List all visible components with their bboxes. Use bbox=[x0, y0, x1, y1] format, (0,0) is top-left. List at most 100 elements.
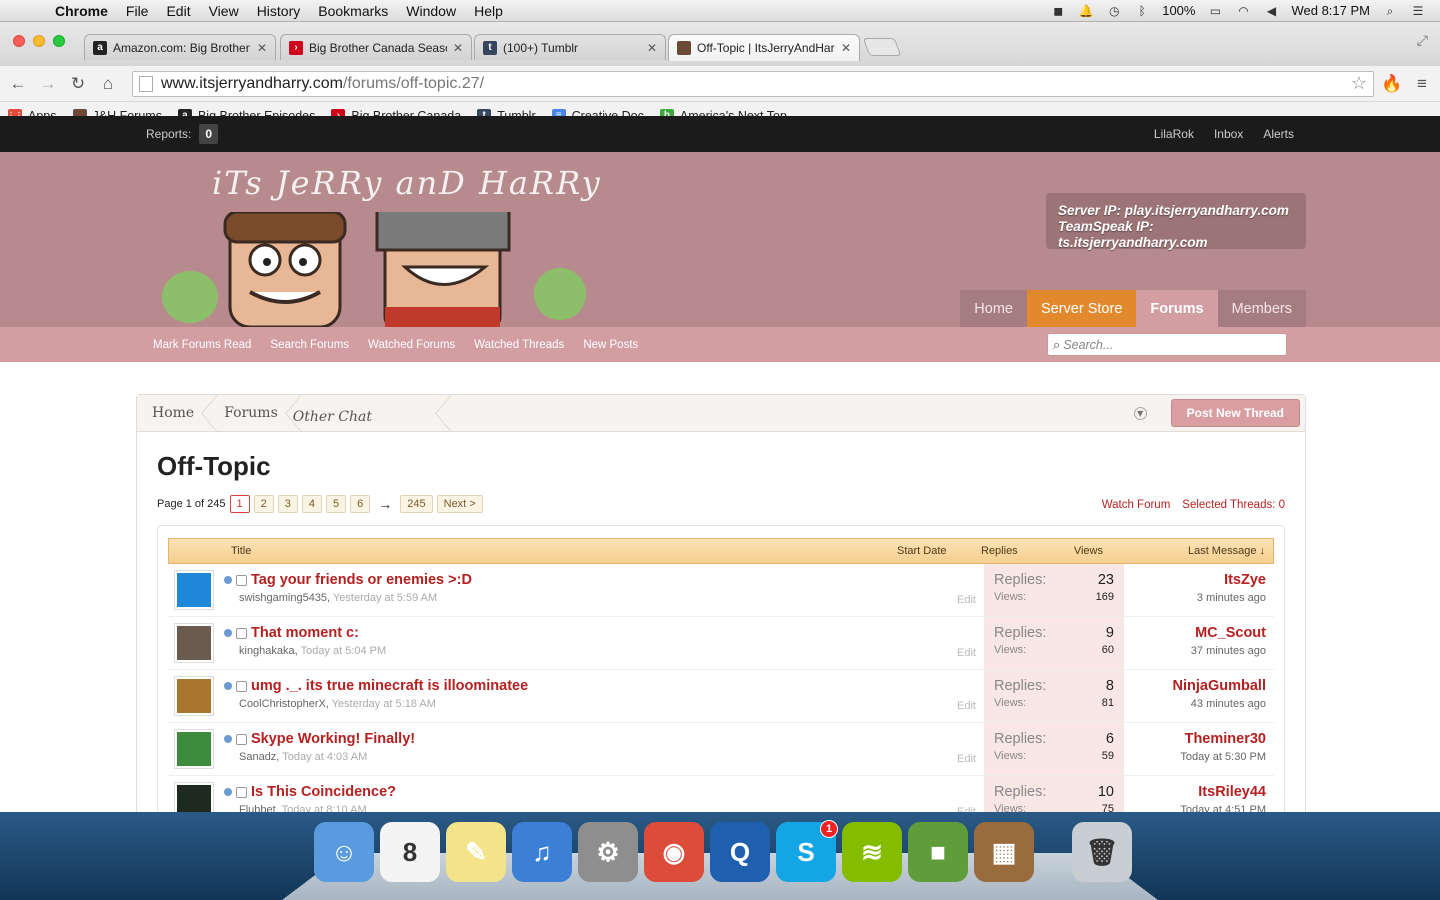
inbox-link[interactable]: Inbox bbox=[1214, 127, 1243, 141]
thread-select-checkbox[interactable] bbox=[236, 733, 247, 745]
chrome-icon[interactable]: ◉ bbox=[644, 822, 704, 882]
thread-title-link[interactable]: Tag your friends or enemies >:D bbox=[251, 572, 472, 588]
search-input[interactable]: ⌕ Search... bbox=[1047, 333, 1287, 356]
clock[interactable]: Wed 8:17 PM bbox=[1291, 3, 1370, 18]
unread-dot-icon[interactable] bbox=[224, 682, 232, 690]
page-link-1[interactable]: 1 bbox=[229, 495, 250, 513]
zoom-window-button[interactable] bbox=[53, 35, 65, 47]
site-logo-illustration[interactable] bbox=[155, 212, 595, 327]
back-icon[interactable]: ← bbox=[6, 72, 30, 96]
menu-bookmarks[interactable]: Bookmarks bbox=[309, 0, 397, 22]
page-jump-arrow[interactable]: → bbox=[374, 496, 396, 512]
page-link-6[interactable]: 6 bbox=[350, 495, 371, 513]
trash-icon[interactable]: 🗑 bbox=[1072, 822, 1132, 882]
tab-close-icon[interactable]: ✕ bbox=[647, 41, 657, 55]
menu-app-name[interactable]: Chrome bbox=[46, 0, 117, 22]
table-row[interactable]: umg ._. its true minecraft is illoominat… bbox=[168, 670, 1274, 723]
edit-thread-link[interactable]: Edit bbox=[957, 700, 976, 712]
avatar[interactable] bbox=[174, 623, 214, 663]
thread-title-link[interactable]: umg ._. its true minecraft is illoominat… bbox=[251, 678, 528, 694]
address-bar[interactable]: www.itsjerryandharry.com/forums/off-topi… bbox=[132, 70, 1374, 97]
thread-author-link[interactable]: kinghakaka, bbox=[239, 645, 298, 657]
tab-close-icon[interactable]: ✕ bbox=[841, 41, 851, 55]
reload-icon[interactable]: ↻ bbox=[66, 72, 90, 96]
avatar[interactable] bbox=[174, 729, 214, 769]
nav-members[interactable]: Members bbox=[1217, 290, 1306, 327]
quicktime-icon[interactable]: Q bbox=[710, 822, 770, 882]
thread-select-checkbox[interactable] bbox=[236, 574, 247, 586]
fullscreen-icon[interactable]: ⤢ bbox=[1417, 32, 1428, 49]
tab-close-icon[interactable]: ✕ bbox=[453, 41, 463, 55]
table-row[interactable]: That moment c: kinghakaka, Today at 5:04… bbox=[168, 617, 1274, 670]
thread-select-checkbox[interactable] bbox=[236, 680, 247, 692]
evernote-icon[interactable]: ◼ bbox=[1050, 4, 1066, 18]
last-message-time[interactable]: 3 minutes ago bbox=[1124, 592, 1266, 604]
menu-window[interactable]: Window bbox=[397, 0, 465, 22]
post-new-thread-button[interactable]: Post New Thread bbox=[1170, 399, 1300, 427]
edit-thread-link[interactable]: Edit bbox=[957, 647, 976, 659]
reports-count[interactable]: 0 bbox=[199, 124, 219, 144]
tab-big-brother-canada[interactable]: › Big Brother Canada Season ✕ bbox=[280, 34, 472, 60]
page-link-4[interactable]: 4 bbox=[301, 495, 323, 513]
page-link-3[interactable]: 3 bbox=[277, 495, 298, 513]
unread-dot-icon[interactable] bbox=[224, 576, 232, 584]
edit-thread-link[interactable]: Edit bbox=[957, 594, 976, 606]
edit-thread-link[interactable]: Edit bbox=[957, 753, 976, 765]
avatar[interactable] bbox=[174, 570, 214, 610]
unread-dot-icon[interactable] bbox=[224, 629, 232, 637]
spotify-icon[interactable]: ≋ bbox=[842, 822, 902, 882]
column-last-message[interactable]: Last Message ↓ bbox=[1113, 545, 1273, 557]
thread-title-link[interactable]: Is This Coincidence? bbox=[251, 784, 396, 800]
chrome-menu-icon[interactable]: ≡ bbox=[1410, 72, 1434, 96]
column-title[interactable]: Title bbox=[169, 545, 897, 557]
nav-home[interactable]: Home bbox=[960, 290, 1027, 327]
column-views[interactable]: Views bbox=[1043, 545, 1113, 557]
last-message-user-link[interactable]: MC_Scout bbox=[1124, 625, 1266, 641]
last-message-user-link[interactable]: ItsRiley44 bbox=[1124, 784, 1266, 800]
bookmark-star-icon[interactable]: ☆ bbox=[1351, 73, 1367, 94]
home-icon[interactable]: ⌂ bbox=[96, 72, 120, 96]
thread-author-link[interactable]: Sanadz, bbox=[239, 751, 279, 763]
selected-threads-link[interactable]: Selected Threads: 0 bbox=[1182, 499, 1285, 511]
last-message-user-link[interactable]: NinjaGumball bbox=[1124, 678, 1266, 694]
table-row[interactable]: Tag your friends or enemies >:D swishgam… bbox=[168, 564, 1274, 617]
spotlight-search-icon[interactable]: ⌕ bbox=[1382, 4, 1398, 18]
close-window-button[interactable] bbox=[13, 35, 25, 47]
last-message-time[interactable]: Today at 5:30 PM bbox=[1124, 751, 1266, 763]
page-link-2[interactable]: 2 bbox=[253, 495, 274, 513]
thread-select-checkbox[interactable] bbox=[236, 786, 247, 798]
new-tab-button[interactable] bbox=[862, 38, 902, 56]
thread-author-link[interactable]: CoolChristopherX, bbox=[239, 698, 329, 710]
itunes-icon[interactable]: ♫ bbox=[512, 822, 572, 882]
extension-fire-icon[interactable]: 🔥 bbox=[1380, 72, 1404, 96]
menu-help[interactable]: Help bbox=[465, 0, 512, 22]
tab-amazon[interactable]: a Amazon.com: Big Brother: ✕ bbox=[84, 34, 276, 60]
volume-icon[interactable]: ◀ bbox=[1263, 4, 1279, 18]
watch-forum-link[interactable]: Watch Forum bbox=[1102, 499, 1171, 511]
last-message-user-link[interactable]: ItsZye bbox=[1124, 572, 1266, 588]
jump-menu-icon[interactable]: ▼ bbox=[1133, 406, 1147, 420]
thread-author-link[interactable]: Flubbet, bbox=[239, 804, 279, 812]
time-machine-icon[interactable]: ◷ bbox=[1106, 4, 1122, 18]
forward-icon[interactable]: → bbox=[36, 72, 60, 96]
wifi-icon[interactable]: ◠ bbox=[1235, 4, 1251, 18]
thread-select-checkbox[interactable] bbox=[236, 627, 247, 639]
finder-icon[interactable]: ☺ bbox=[314, 822, 374, 882]
system-preferences-icon[interactable]: ⚙ bbox=[578, 822, 638, 882]
user-account-link[interactable]: LilaRok bbox=[1154, 127, 1194, 141]
page-link-last[interactable]: 245 bbox=[400, 495, 433, 513]
breadcrumb-other-chat[interactable]: Other Chat bbox=[293, 394, 451, 432]
minecraft-icon[interactable]: ■ bbox=[908, 822, 968, 882]
thread-title-link[interactable]: That moment c: bbox=[251, 625, 359, 641]
new-posts-link[interactable]: New Posts bbox=[583, 339, 638, 351]
watched-threads-link[interactable]: Watched Threads bbox=[474, 339, 564, 351]
notification-center-icon[interactable]: ☰ bbox=[1410, 4, 1426, 18]
column-replies[interactable]: Replies bbox=[973, 545, 1043, 557]
table-row[interactable]: Is This Coincidence? Flubbet, Today at 8… bbox=[168, 776, 1274, 812]
unread-dot-icon[interactable] bbox=[224, 788, 232, 796]
skype-icon[interactable]: S1 bbox=[776, 820, 838, 882]
column-start-date[interactable]: Start Date bbox=[897, 545, 973, 557]
nav-forums[interactable]: Forums bbox=[1136, 290, 1218, 327]
breadcrumb-forums[interactable]: Forums bbox=[209, 394, 301, 432]
tab-off-topic[interactable]: Off-Topic | ItsJerryAndHar ✕ bbox=[668, 34, 860, 61]
